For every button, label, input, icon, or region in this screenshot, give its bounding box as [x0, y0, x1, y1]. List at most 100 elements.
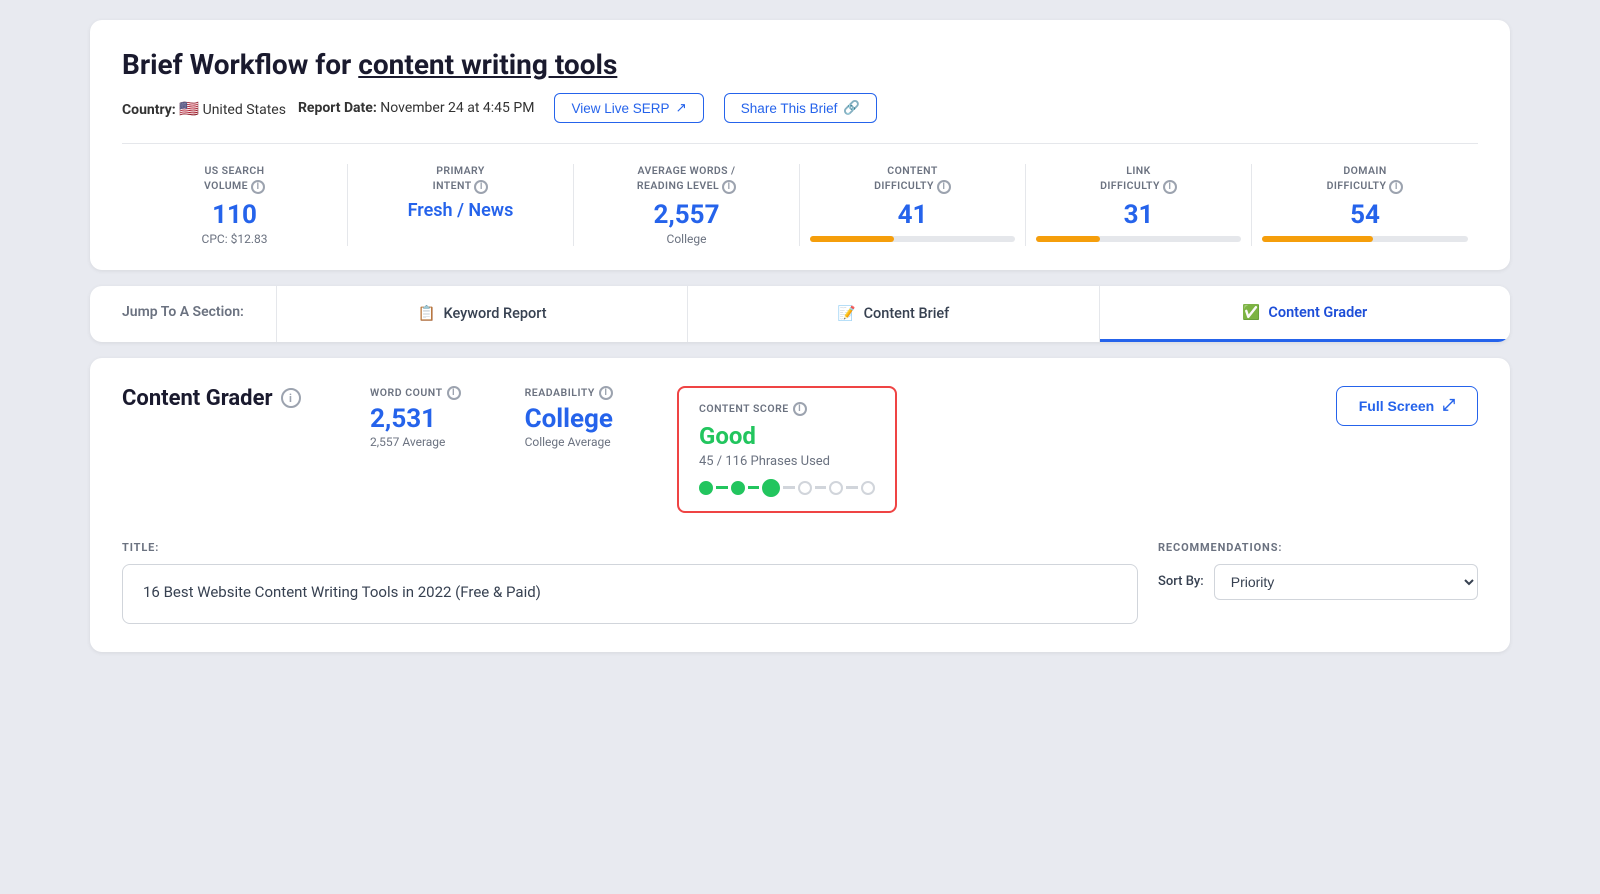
content-difficulty-info-icon[interactable]: i — [937, 180, 951, 194]
title-value-box: 16 Best Website Content Writing Tools in… — [122, 564, 1138, 624]
content-grader-card: Content Grader i WORD COUNT i 2,531 2,55… — [90, 358, 1510, 652]
score-progress-bar — [699, 479, 875, 497]
stat-label-avg-words: AVERAGE WORDS /READING LEVEL i — [584, 164, 789, 194]
link-difficulty-bar — [1036, 236, 1241, 242]
fullscreen-label: Full Screen — [1359, 398, 1434, 414]
readability-metric: READABILITY i College College Average — [525, 386, 613, 449]
lower-section: TITLE: 16 Best Website Content Writing T… — [122, 541, 1478, 624]
stat-label-content-difficulty: CONTENTDIFFICULTY i — [810, 164, 1015, 194]
stats-row: US SEARCHVOLUME i 110 CPC: $12.83 PRIMAR… — [122, 143, 1478, 246]
score-rating: Good — [699, 422, 875, 450]
stat-label-link-difficulty: LINKDIFFICULTY i — [1036, 164, 1241, 194]
score-dot-3 — [762, 479, 780, 497]
grader-title: Content Grader i — [122, 386, 322, 411]
stat-label-domain-difficulty: DOMAINDIFFICULTY i — [1262, 164, 1468, 194]
stat-value-avg-words: 2,557 — [584, 202, 789, 228]
header-card: Brief Workflow for content writing tools… — [90, 20, 1510, 270]
grader-title-text: Content Grader — [122, 386, 273, 411]
word-count-label: WORD COUNT i — [370, 386, 461, 400]
stat-link-difficulty: LINKDIFFICULTY i 31 — [1026, 164, 1252, 246]
stat-value-domain-difficulty: 54 — [1262, 202, 1468, 228]
tab-content-grader[interactable]: ✅ Content Grader — [1100, 286, 1510, 342]
content-difficulty-bar — [810, 236, 1015, 242]
grader-info-icon[interactable]: i — [281, 388, 301, 408]
keyword-report-label: Keyword Report — [444, 305, 547, 322]
score-line-4 — [815, 486, 827, 489]
search-volume-info-icon[interactable]: i — [251, 180, 265, 194]
view-live-serp-button[interactable]: View Live SERP ↗ — [554, 93, 703, 123]
sort-by-label: Sort By: — [1158, 574, 1204, 589]
content-score-box: CONTENT SCORE i Good 45 / 116 Phrases Us… — [677, 386, 897, 513]
content-score-label: CONTENT SCORE i — [699, 402, 875, 416]
share-brief-label: Share This Brief — [741, 101, 838, 116]
readability-value: College — [525, 406, 613, 432]
word-count-info-icon[interactable]: i — [447, 386, 461, 400]
content-grader-icon: ✅ — [1242, 304, 1260, 321]
score-line-1 — [716, 486, 728, 489]
sort-select[interactable]: Priority A-Z Score — [1214, 564, 1478, 600]
external-link-icon: ↗ — [675, 100, 686, 116]
stat-label-search-volume: US SEARCHVOLUME i — [132, 164, 337, 194]
stat-value-primary-intent[interactable]: Fresh / News — [358, 202, 563, 220]
score-dot-4 — [798, 481, 812, 495]
main-container: Brief Workflow for content writing tools… — [90, 20, 1510, 652]
page-title: Brief Workflow for content writing tools — [122, 48, 1478, 81]
sort-row: Sort By: Priority A-Z Score — [1158, 564, 1478, 600]
score-line-5 — [846, 486, 858, 489]
report-date-meta: Report Date: November 24 at 4:45 PM — [298, 100, 534, 116]
nav-tabs-card: Jump To A Section: 📋 Keyword Report 📝 Co… — [90, 286, 1510, 342]
content-brief-label: Content Brief — [864, 305, 950, 322]
content-score-info-icon[interactable]: i — [793, 402, 807, 416]
link-difficulty-bar-fill — [1036, 236, 1100, 242]
readability-label: READABILITY i — [525, 386, 613, 400]
domain-difficulty-info-icon[interactable]: i — [1389, 180, 1403, 194]
stat-avg-words: AVERAGE WORDS /READING LEVEL i 2,557 Col… — [574, 164, 800, 246]
domain-difficulty-bar-fill — [1262, 236, 1373, 242]
metrics-group: WORD COUNT i 2,531 2,557 Average READABI… — [370, 386, 1288, 513]
stat-sub-search-volume: CPC: $12.83 — [132, 232, 337, 246]
stat-primary-intent: PRIMARYINTENT i Fresh / News — [348, 164, 574, 246]
content-grader-header: Content Grader i WORD COUNT i 2,531 2,55… — [122, 386, 1478, 513]
jump-to-section-label: Jump To A Section: — [90, 286, 277, 342]
score-line-2 — [748, 486, 760, 489]
link-difficulty-info-icon[interactable]: i — [1163, 180, 1177, 194]
score-line-3 — [783, 486, 795, 489]
content-brief-icon: 📝 — [838, 305, 856, 322]
tab-content-brief[interactable]: 📝 Content Brief — [688, 286, 1099, 342]
domain-difficulty-bar — [1262, 236, 1468, 242]
stat-us-search-volume: US SEARCHVOLUME i 110 CPC: $12.83 — [122, 164, 348, 246]
recommendations-section: RECOMMENDATIONS: Sort By: Priority A-Z S… — [1158, 541, 1478, 624]
country-meta: Country: 🇺🇸 United States — [122, 99, 286, 118]
score-dot-2 — [731, 481, 745, 495]
avg-words-info-icon[interactable]: i — [722, 180, 736, 194]
word-count-metric: WORD COUNT i 2,531 2,557 Average — [370, 386, 461, 449]
title-section: TITLE: 16 Best Website Content Writing T… — [122, 541, 1138, 624]
score-dot-6 — [861, 481, 875, 495]
stat-domain-difficulty: DOMAINDIFFICULTY i 54 — [1252, 164, 1478, 246]
title-keyword: content writing tools — [358, 48, 617, 81]
recommendations-label: RECOMMENDATIONS: — [1158, 541, 1478, 554]
content-difficulty-bar-fill — [810, 236, 894, 242]
word-count-sub: 2,557 Average — [370, 435, 461, 449]
word-count-value: 2,531 — [370, 406, 461, 432]
score-dot-1 — [699, 481, 713, 495]
keyword-report-icon: 📋 — [417, 305, 435, 322]
readability-info-icon[interactable]: i — [599, 386, 613, 400]
primary-intent-info-icon[interactable]: i — [474, 180, 488, 194]
view-serp-label: View Live SERP — [571, 101, 669, 116]
share-this-brief-button[interactable]: Share This Brief 🔗 — [724, 93, 877, 123]
stat-label-primary-intent: PRIMARYINTENT i — [358, 164, 563, 194]
tab-keyword-report[interactable]: 📋 Keyword Report — [277, 286, 688, 342]
report-date-value: November 24 at 4:45 PM — [380, 100, 534, 116]
title-section-label: TITLE: — [122, 541, 1138, 554]
readability-sub: College Average — [525, 435, 613, 449]
stat-content-difficulty: CONTENTDIFFICULTY i 41 — [800, 164, 1026, 246]
content-grader-label: Content Grader — [1268, 304, 1367, 321]
share-icon: 🔗 — [843, 100, 860, 116]
header-meta: Country: 🇺🇸 United States Report Date: N… — [122, 93, 1478, 123]
score-dot-5 — [829, 481, 843, 495]
fullscreen-icon: ⤢ — [1442, 397, 1455, 415]
country-flag: 🇺🇸 — [179, 99, 199, 118]
full-screen-button[interactable]: Full Screen ⤢ — [1336, 386, 1478, 426]
stat-value-search-volume: 110 — [132, 202, 337, 228]
